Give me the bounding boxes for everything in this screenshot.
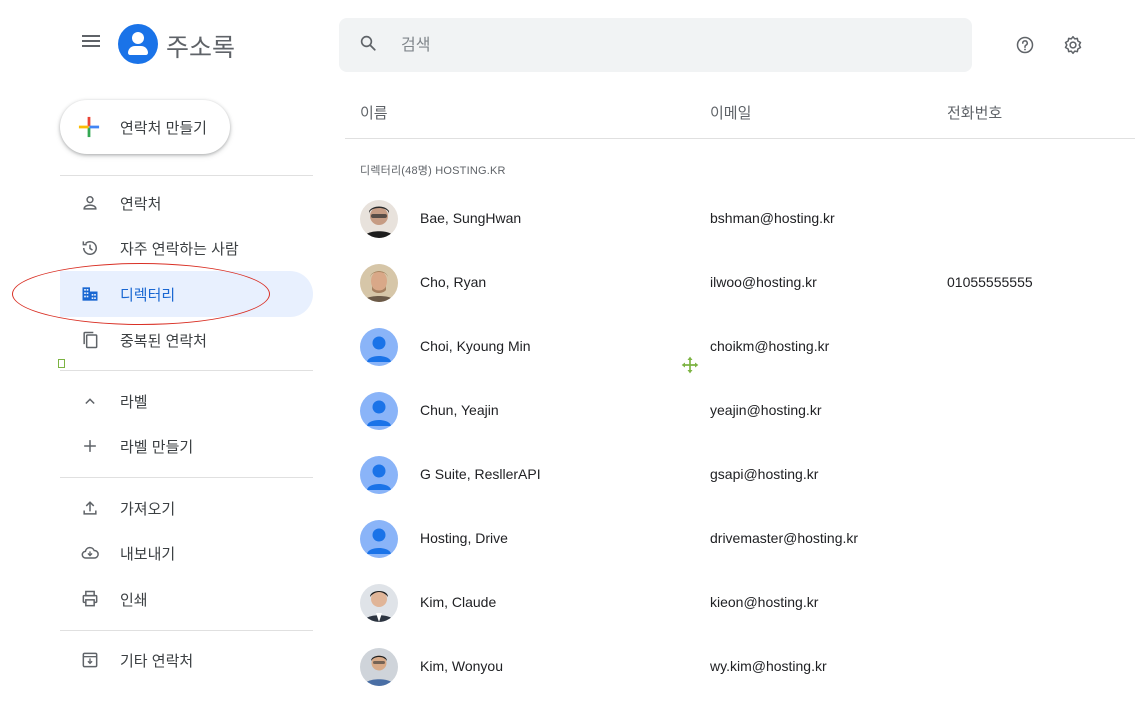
table-row[interactable]: Chun, Yeajin yeajin@hosting.kr xyxy=(345,380,1135,444)
contact-email: yeajin@hosting.kr xyxy=(710,402,822,418)
column-header-phone[interactable]: 전화번호 xyxy=(947,102,1002,123)
print-icon xyxy=(82,590,98,607)
sidebar-item-other-contacts[interactable]: 기타 연락처 xyxy=(60,637,313,683)
app-title: 주소록 xyxy=(166,34,236,62)
create-contact-button[interactable]: 연락처 만들기 xyxy=(60,100,230,154)
contact-phone: 01055555555 xyxy=(947,274,1033,290)
sidebar-item-export[interactable]: 내보내기 xyxy=(60,530,313,576)
create-contact-label: 연락처 만들기 xyxy=(120,120,207,137)
contact-email: bshman@hosting.kr xyxy=(710,210,835,226)
contact-name: Chun, Yeajin xyxy=(420,402,499,418)
domain-icon xyxy=(82,287,98,301)
avatar xyxy=(360,584,398,622)
sidebar-item-print[interactable]: 인쇄 xyxy=(60,576,313,622)
upload-icon xyxy=(83,501,97,515)
sidebar-item-label: 중복된 연락처 xyxy=(120,333,207,350)
table-row[interactable]: Kim, Claude kieon@hosting.kr xyxy=(345,572,1135,636)
column-header-name[interactable]: 이름 xyxy=(360,102,388,123)
sidebar-item-import[interactable]: 가져오기 xyxy=(60,485,313,531)
annotation-mark xyxy=(58,359,65,368)
sidebar-item-label: 내보내기 xyxy=(120,546,176,563)
sidebar-item-label: 인쇄 xyxy=(120,592,148,609)
person-icon xyxy=(83,196,97,210)
table-row[interactable]: Hosting, Drive drivemaster@hosting.kr xyxy=(345,508,1135,572)
copy-icon xyxy=(83,331,98,349)
contact-email: wy.kim@hosting.kr xyxy=(710,658,827,674)
table-row[interactable]: Choi, Kyoung Min choikm@hosting.kr xyxy=(345,316,1135,380)
sidebar-item-frequent[interactable]: 자주 연락하는 사람 xyxy=(60,225,313,271)
avatar xyxy=(360,264,398,302)
contact-email: gsapi@hosting.kr xyxy=(710,466,819,482)
sidebar-item-label: 가져오기 xyxy=(120,501,176,518)
sidebar-item-contacts[interactable]: 연락처 xyxy=(60,180,313,226)
default-avatar-icon xyxy=(360,328,398,366)
search-input[interactable] xyxy=(399,30,943,62)
sidebar-item-label: 연락처 xyxy=(120,196,162,213)
hamburger-menu-icon xyxy=(82,35,100,37)
default-avatar-icon xyxy=(360,456,398,494)
main-menu-button[interactable] xyxy=(80,32,102,54)
section-label: 디렉터리(48명) HOSTING.KR xyxy=(360,165,506,177)
sidebar-item-create-label[interactable]: 라벨 만들기 xyxy=(60,423,313,469)
sidebar-item-duplicates[interactable]: 중복된 연락처 xyxy=(60,317,313,363)
add-icon xyxy=(84,440,96,452)
contact-email: kieon@hosting.kr xyxy=(710,594,819,610)
chevron-up-icon xyxy=(85,398,95,405)
column-header-email[interactable]: 이메일 xyxy=(710,102,751,123)
contact-name: Kim, Claude xyxy=(420,594,497,610)
contacts-logo-icon xyxy=(118,24,158,64)
labels-section-toggle[interactable]: 라벨 xyxy=(60,378,313,424)
history-icon xyxy=(82,241,97,255)
search-bar[interactable] xyxy=(339,18,972,72)
sidebar-item-label: 기타 연락처 xyxy=(120,653,194,670)
sidebar-item-label: 라벨 xyxy=(120,394,148,411)
contact-email: drivemaster@hosting.kr xyxy=(710,530,859,546)
sidebar-item-directory[interactable]: 디렉터리 xyxy=(60,271,313,317)
sidebar-item-label: 디렉터리 xyxy=(120,287,176,304)
contact-name: Choi, Kyoung Min xyxy=(420,338,531,354)
avatar xyxy=(360,648,398,686)
contact-name: Cho, Ryan xyxy=(420,274,487,290)
avatar xyxy=(360,200,398,238)
contact-name: G Suite, ResllerAPI xyxy=(420,466,541,482)
contact-email: ilwoo@hosting.kr xyxy=(710,274,817,290)
table-row[interactable]: Kim, Wonyou wy.kim@hosting.kr xyxy=(345,636,1135,700)
contact-name: Bae, SungHwan xyxy=(420,210,522,226)
table-row[interactable]: Bae, SungHwan bshman@hosting.kr xyxy=(345,188,1135,252)
header-divider xyxy=(345,138,1135,139)
contact-name: Kim, Wonyou xyxy=(420,658,503,674)
colorful-plus-icon xyxy=(78,116,100,138)
sidebar-item-label: 라벨 만들기 xyxy=(120,439,194,456)
default-avatar-icon xyxy=(360,520,398,558)
table-row[interactable]: G Suite, ResllerAPI gsapi@hosting.kr xyxy=(345,444,1135,508)
default-avatar-icon xyxy=(360,392,398,430)
sidebar-item-label: 자주 연락하는 사람 xyxy=(120,241,239,258)
archive-icon xyxy=(82,652,98,668)
help-icon[interactable] xyxy=(1016,36,1034,54)
contact-name: Hosting, Drive xyxy=(420,530,508,546)
move-cursor-icon xyxy=(681,356,699,374)
cloud-download-icon xyxy=(81,546,99,559)
contact-email: choikm@hosting.kr xyxy=(710,338,830,354)
settings-gear-icon[interactable] xyxy=(1063,35,1083,55)
table-row[interactable]: Cho, Ryan ilwoo@hosting.kr 01055555555 xyxy=(345,252,1135,316)
search-icon[interactable] xyxy=(359,34,377,52)
